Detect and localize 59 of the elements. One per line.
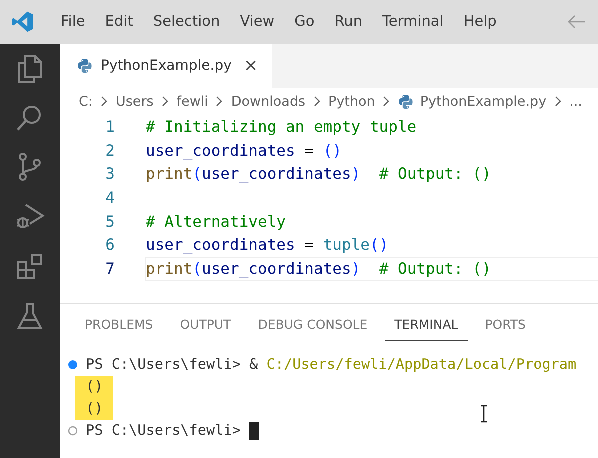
python-file-icon <box>398 94 414 110</box>
files-icon[interactable] <box>16 54 44 84</box>
extensions-icon[interactable] <box>15 252 45 282</box>
chevron-right-icon <box>383 96 390 107</box>
chevron-right-icon <box>100 96 108 107</box>
line-number: 2 <box>104 142 116 160</box>
menu-item[interactable]: Edit <box>95 14 144 30</box>
chevron-right-icon <box>314 96 321 107</box>
breadcrumb-item[interactable]: C: <box>79 94 93 110</box>
breadcrumb-item[interactable]: ... <box>570 94 582 110</box>
status-circle-icon[interactable] <box>68 426 78 436</box>
menu-item[interactable]: Run <box>324 14 373 30</box>
menu-item[interactable]: Terminal <box>372 14 454 30</box>
breadcrumb-item[interactable]: Python <box>328 94 376 110</box>
menu-item[interactable]: Help <box>454 14 507 30</box>
breadcrumb-item[interactable]: Users <box>116 94 154 110</box>
line-number: 7 <box>104 260 116 278</box>
text-cursor-icon <box>480 405 488 423</box>
terminal-prompt: PS C:\Users\fewli> <box>86 423 241 439</box>
panel-tab[interactable]: DEBUG CONSOLE <box>248 317 378 341</box>
close-icon[interactable]: × <box>244 56 258 76</box>
terminal-output: () <box>75 398 114 420</box>
line-number: 6 <box>104 236 116 254</box>
panel-tab[interactable]: PROBLEMS <box>75 317 164 341</box>
flask-icon[interactable] <box>17 302 43 330</box>
line-number: 5 <box>104 212 116 231</box>
terminal-command-path: C:/Users/fewli/AppData/Local/Program <box>266 357 577 373</box>
breadcrumb-item[interactable]: fewli <box>176 94 208 110</box>
code-line: print(user_coordinates) # Output: () <box>146 260 492 278</box>
code-line: # Alternatively <box>146 212 286 231</box>
line-number: 3 <box>104 165 116 184</box>
python-file-icon <box>77 58 93 74</box>
chevron-right-icon <box>216 96 224 107</box>
code-line: user_coordinates = () <box>146 142 342 160</box>
menu-item[interactable]: View <box>230 14 285 30</box>
status-dot-icon[interactable] <box>68 360 78 370</box>
panel-tab[interactable]: TERMINAL <box>384 317 468 341</box>
code-line: user_coordinates = tuple() <box>146 236 389 254</box>
chevron-right-icon <box>554 96 562 107</box>
editor-tab[interactable]: PythonExample.py × <box>60 44 272 88</box>
panel-tab[interactable]: OUTPUT <box>170 317 242 341</box>
code-line: # Initializing an empty tuple <box>146 118 417 136</box>
panel-tab[interactable]: PORTS <box>475 317 536 341</box>
code-line: print(user_coordinates) # Output: () <box>146 165 492 184</box>
menu-item[interactable]: Selection <box>143 14 230 30</box>
menu-item[interactable]: Go <box>284 14 325 30</box>
search-icon[interactable] <box>16 104 44 132</box>
terminal-prompt: PS C:\Users\fewli> <box>86 357 241 373</box>
terminal-output: () <box>75 376 114 398</box>
breadcrumb-item[interactable]: PythonExample.py <box>420 94 547 110</box>
app-logo-icon <box>12 11 34 33</box>
back-arrow-icon[interactable] <box>568 15 586 29</box>
chevron-right-icon <box>162 96 169 107</box>
menu-item[interactable]: File <box>51 14 96 30</box>
branch-icon[interactable] <box>16 152 44 182</box>
terminal-operator: & <box>250 357 258 373</box>
line-number: 4 <box>104 188 116 207</box>
line-number: 1 <box>104 118 116 136</box>
breadcrumb-item[interactable]: Downloads <box>231 94 306 110</box>
